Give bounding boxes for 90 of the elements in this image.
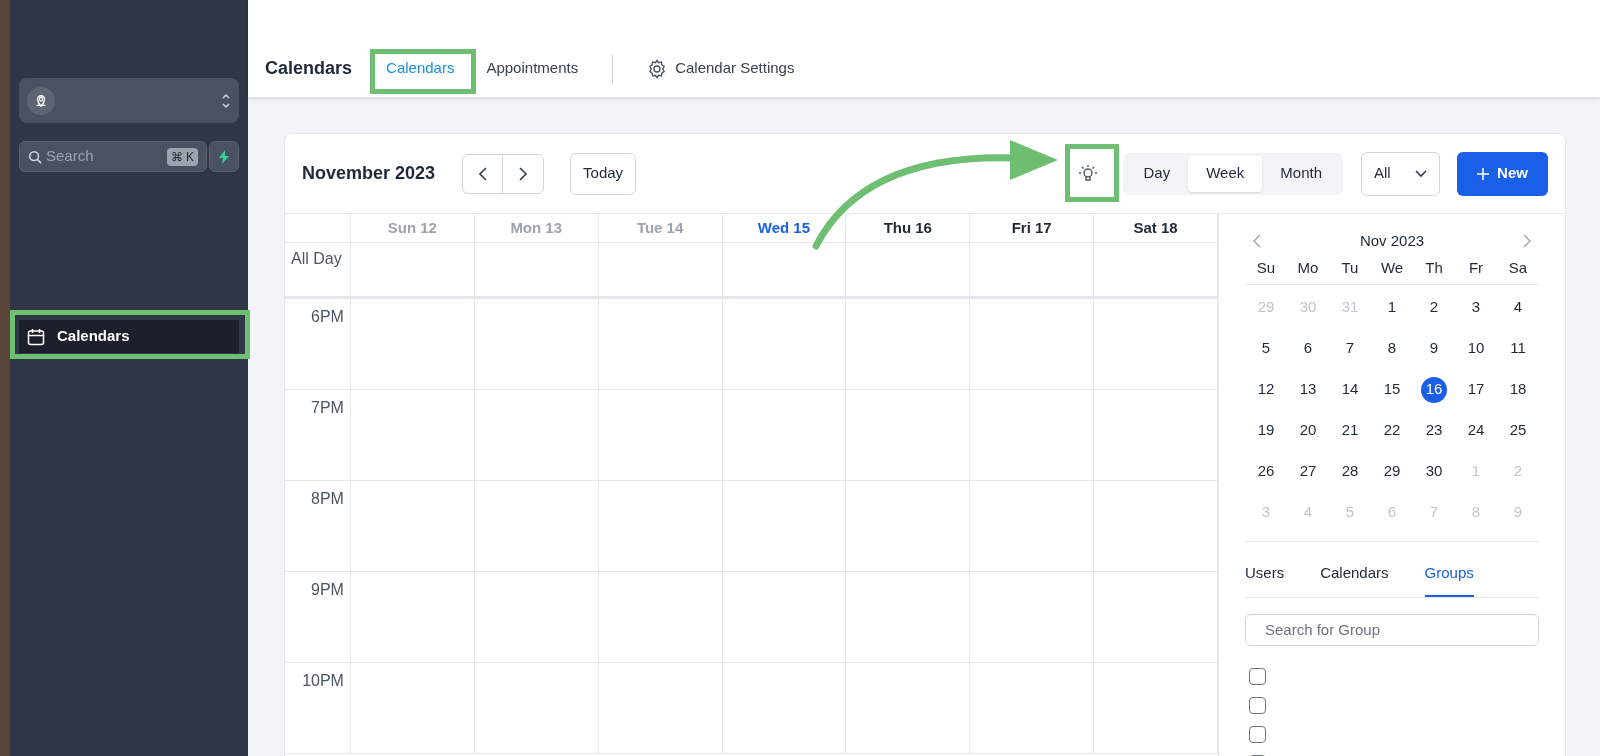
- date-cell[interactable]: 16: [1421, 376, 1447, 403]
- date-cell[interactable]: 1: [1379, 294, 1405, 321]
- date-cell[interactable]: 15: [1379, 376, 1405, 403]
- filter-select[interactable]: All: [1361, 151, 1440, 196]
- search-input[interactable]: Search: [46, 145, 163, 168]
- weekday-label: Th: [1425, 258, 1443, 279]
- date-cell[interactable]: 30: [1421, 458, 1447, 485]
- lightning-icon: [218, 149, 230, 164]
- date-cell[interactable]: 23: [1421, 417, 1447, 444]
- date-cell[interactable]: 8: [1379, 335, 1405, 362]
- panel-tab[interactable]: Groups: [1424, 562, 1474, 597]
- date-cell[interactable]: 7: [1337, 335, 1363, 362]
- header-tab[interactable]: Appointments: [478, 50, 587, 87]
- date-cell[interactable]: 27: [1295, 458, 1321, 485]
- month-title: November 2023: [302, 162, 436, 185]
- day-column-header: Mon 13: [474, 214, 599, 242]
- group-checkbox[interactable]: [1249, 668, 1266, 685]
- view-tab[interactable]: Month: [1262, 155, 1340, 192]
- time-label: 6PM: [311, 307, 344, 327]
- weekday-label: Sa: [1508, 258, 1528, 279]
- date-cell[interactable]: 25: [1505, 417, 1531, 444]
- plus-icon: [1477, 167, 1490, 180]
- view-tab[interactable]: Day: [1125, 155, 1189, 192]
- date-cell[interactable]: 18: [1505, 376, 1531, 403]
- weekday-label: Su: [1256, 258, 1276, 279]
- quick-action-button[interactable]: [209, 141, 239, 172]
- time-label: 9PM: [311, 580, 344, 600]
- date-cell[interactable]: 3: [1463, 294, 1489, 321]
- weekday-label: Mo: [1297, 258, 1319, 279]
- date-cell[interactable]: 10: [1463, 335, 1489, 362]
- new-button[interactable]: New: [1457, 151, 1548, 196]
- day-column-header: Sat 18: [1094, 214, 1218, 242]
- search-icon: [28, 149, 42, 164]
- chevron-left-icon: [1253, 234, 1261, 249]
- weekday-label: Fr: [1468, 258, 1484, 279]
- date-cell[interactable]: 29: [1379, 458, 1405, 485]
- settings-tab[interactable]: Calendar Settings: [639, 50, 803, 87]
- date-cell[interactable]: 20: [1295, 417, 1321, 444]
- weekday-label: We: [1380, 258, 1404, 279]
- date-cell[interactable]: 14: [1337, 376, 1363, 403]
- panel-tab[interactable]: Calendars: [1320, 562, 1389, 597]
- day-column-header: Sun 12: [350, 214, 475, 242]
- group-search-field[interactable]: Search for Group: [1245, 613, 1539, 646]
- date-cell[interactable]: 5: [1253, 335, 1279, 362]
- view-tab[interactable]: Week: [1188, 155, 1263, 192]
- date-cell[interactable]: 22: [1379, 417, 1405, 444]
- day-column-header: Fri 17: [970, 214, 1095, 242]
- date-cell[interactable]: 17: [1463, 376, 1489, 403]
- previous-month-button[interactable]: [1253, 234, 1261, 249]
- date-cell[interactable]: 6: [1295, 335, 1321, 362]
- sidebar-item[interactable]: Calendars: [19, 320, 239, 353]
- date-cell[interactable]: 11: [1505, 335, 1531, 362]
- shortcut-key: ⌘ K: [166, 147, 198, 166]
- group-checkbox[interactable]: [1249, 697, 1266, 714]
- location-pin-icon: [27, 86, 55, 115]
- mini-calendar-title: Nov 2023: [1359, 231, 1425, 251]
- date-cell[interactable]: 26: [1253, 458, 1279, 485]
- date-cell[interactable]: 24: [1463, 417, 1489, 444]
- day-column-header: Wed 15: [722, 214, 847, 242]
- date-cell[interactable]: 2: [1421, 294, 1447, 321]
- settings-icon: [647, 58, 668, 79]
- highlight-frame: [1065, 144, 1119, 202]
- day-column-header: Thu 16: [846, 214, 971, 242]
- next-month-button[interactable]: [1523, 234, 1531, 249]
- chevron-updown-icon: [221, 92, 231, 109]
- date-cell[interactable]: 19: [1253, 417, 1279, 444]
- day-column-header: Tue 14: [598, 214, 723, 242]
- header-tab[interactable]: Calendars: [378, 50, 463, 87]
- today-button[interactable]: Today: [570, 152, 637, 195]
- chevron-right-icon: [1523, 234, 1531, 249]
- date-cell[interactable]: 28: [1337, 458, 1363, 485]
- time-label: 7PM: [311, 398, 344, 418]
- chevron-right-icon: [519, 166, 528, 181]
- chevron-down-icon: [1415, 169, 1427, 178]
- time-label: 10PM: [302, 671, 344, 691]
- date-cell[interactable]: 21: [1337, 417, 1363, 444]
- panel-tab[interactable]: Users: [1245, 562, 1285, 597]
- calendar-icon: [27, 327, 45, 346]
- group-checkbox[interactable]: [1249, 726, 1266, 743]
- lightbulb-icon: [1077, 163, 1098, 184]
- date-cell[interactable]: 12: [1253, 376, 1279, 403]
- search-field[interactable]: Search ⌘ K: [19, 141, 207, 172]
- time-label: 8PM: [311, 489, 344, 509]
- page-title: Calendars: [265, 57, 353, 80]
- date-cell[interactable]: 13: [1295, 376, 1321, 403]
- all-day-label: All Day: [285, 243, 351, 296]
- date-cell[interactable]: 4: [1505, 294, 1531, 321]
- date-cell[interactable]: 9: [1421, 335, 1447, 362]
- chevron-left-icon: [478, 166, 487, 181]
- weekday-label: Tu: [1341, 258, 1359, 279]
